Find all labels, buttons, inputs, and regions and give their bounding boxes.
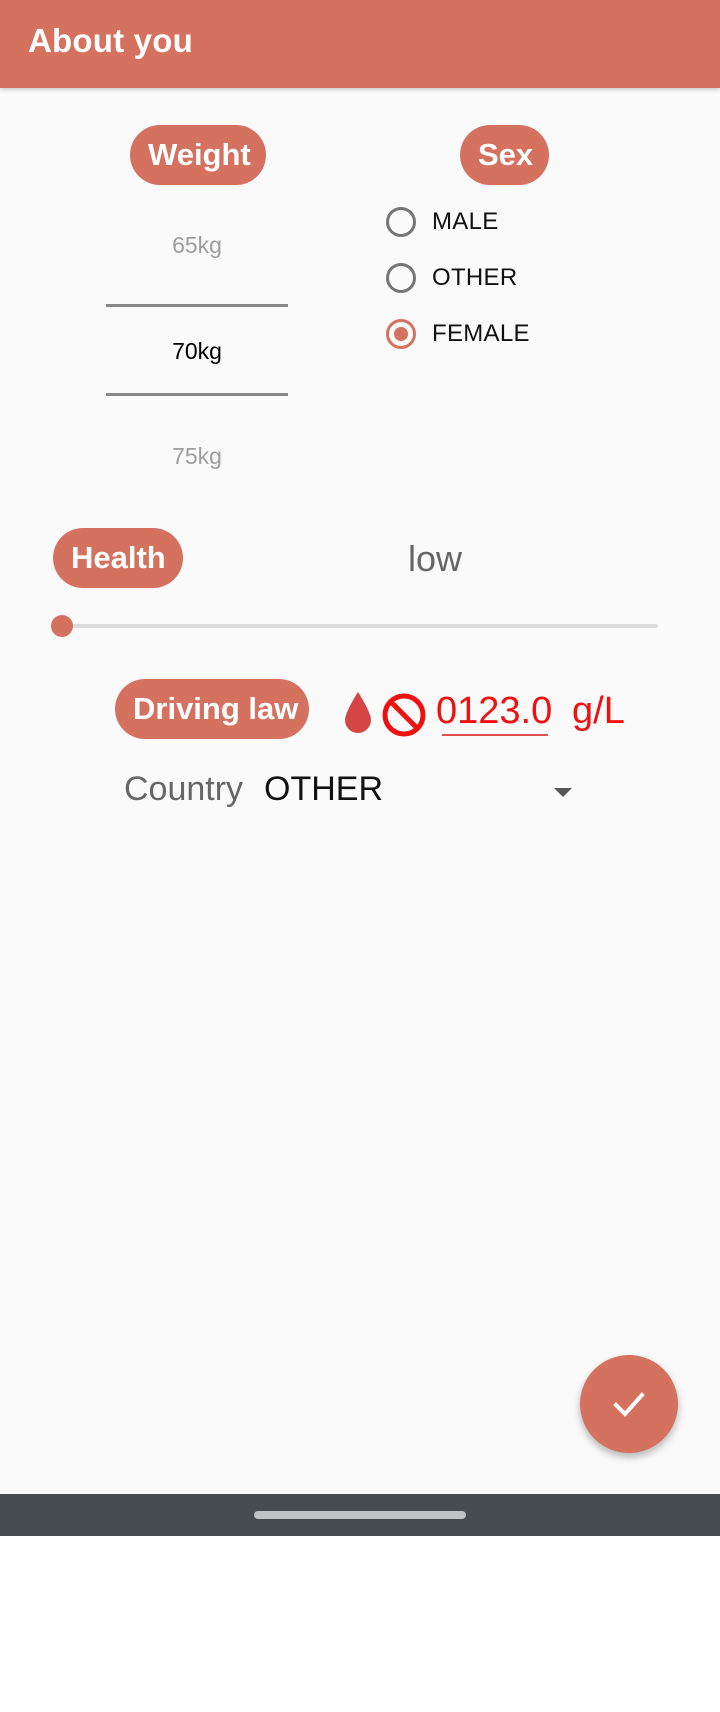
weight-option-selected[interactable]: 70kg <box>106 338 288 365</box>
radio-button-female[interactable] <box>386 319 416 349</box>
radio-button-male[interactable] <box>386 207 416 237</box>
country-label: Country <box>124 770 244 808</box>
bac-limit-unit: g/L <box>572 690 625 732</box>
weight-option-previous[interactable]: 65kg <box>106 232 288 259</box>
country-dropdown[interactable]: OTHER <box>264 768 582 816</box>
home-gesture-handle[interactable] <box>254 1511 466 1519</box>
toolbar-title: About you <box>28 22 193 59</box>
chevron-down-icon <box>554 788 572 797</box>
weight-label: Weight <box>130 125 266 185</box>
radio-male[interactable]: MALE <box>386 198 626 246</box>
driving-law-label: Driving law <box>115 679 309 739</box>
blood-drop-icon <box>345 692 371 733</box>
check-icon <box>613 1392 645 1417</box>
radio-female[interactable]: FEMALE <box>386 310 626 358</box>
health-slider-thumb[interactable] <box>51 615 73 637</box>
no-entry-icon <box>382 693 426 737</box>
confirm-button[interactable] <box>580 1355 678 1453</box>
bac-limit-value[interactable]: 0123.0 <box>436 690 552 733</box>
system-navigation-bar <box>0 1494 720 1536</box>
app-toolbar: About you <box>0 0 720 88</box>
radio-label-male: MALE <box>432 208 499 235</box>
sex-label: Sex <box>460 125 549 185</box>
radio-label-female: FEMALE <box>432 320 530 347</box>
health-slider[interactable] <box>62 624 658 628</box>
country-selected-value: OTHER <box>264 770 383 808</box>
health-value: low <box>407 538 463 579</box>
health-label: Health <box>53 528 183 588</box>
weight-picker[interactable]: 65kg 70kg 75kg <box>106 200 288 490</box>
picker-divider-top <box>106 304 288 307</box>
radio-label-other: OTHER <box>432 264 518 291</box>
radio-other[interactable]: OTHER <box>386 254 626 302</box>
radio-button-other[interactable] <box>386 263 416 293</box>
bac-limit-underline <box>442 734 548 736</box>
picker-divider-bottom <box>106 393 288 396</box>
weight-option-next[interactable]: 75kg <box>106 443 288 470</box>
app-screen: About you Weight 65kg 70kg 75kg Sex MALE… <box>0 0 720 1494</box>
